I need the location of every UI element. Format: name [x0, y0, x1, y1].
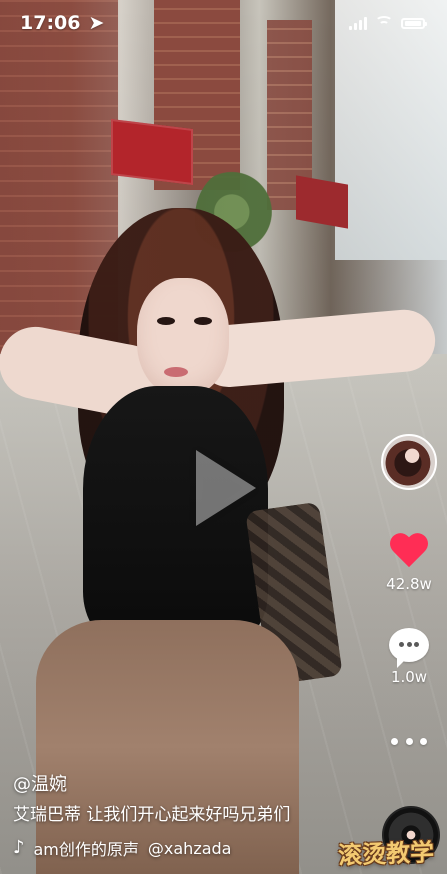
status-bar: 17:06 ➤ [0, 0, 447, 46]
video-screen: 17:06 ➤ 42.8w 1.0w @温婉 艾瑞巴蒂 让我们开心起来好吗兄弟们… [0, 0, 447, 874]
more-options-button[interactable] [391, 731, 427, 751]
video-description: 艾瑞巴蒂 让我们开心起来好吗兄弟们 [13, 804, 291, 825]
music-line[interactable]: ♪ am创作的原声 @xahzada [13, 836, 343, 860]
signal-icon [349, 16, 367, 30]
left-eye [157, 317, 175, 325]
action-sidebar: 42.8w 1.0w [376, 434, 442, 751]
username[interactable]: @温婉 [13, 770, 343, 796]
wifi-icon [375, 16, 393, 30]
like-button[interactable]: 42.8w [386, 534, 432, 592]
music-title: am创作的原声 [33, 840, 139, 859]
music-note-icon: ♪ [13, 837, 25, 858]
status-left: 17:06 ➤ [20, 12, 104, 34]
heart-icon [388, 534, 430, 572]
watermark: 滚烫教学 [337, 837, 435, 870]
more-dot-icon [420, 737, 427, 745]
battery-icon [401, 17, 427, 29]
red-storefront-sign [111, 118, 193, 186]
comment-count: 1.0w [390, 668, 428, 686]
more-dot-icon [405, 737, 413, 745]
status-time: 17:06 [20, 12, 81, 34]
music-handle: @xahzada [147, 838, 232, 858]
face [137, 278, 229, 396]
video-caption: @温婉 艾瑞巴蒂 让我们开心起来好吗兄弟们 ♪ am创作的原声 @xahzada [13, 770, 343, 860]
right-eye [194, 317, 212, 325]
status-right [349, 16, 427, 30]
location-arrow-icon: ➤ [88, 12, 105, 34]
more-dot-icon [391, 737, 398, 745]
creator-avatar[interactable] [381, 434, 437, 490]
red-storefront-sign-secondary [296, 175, 348, 229]
like-count: 42.8w [386, 575, 432, 593]
lips [164, 367, 188, 377]
play-icon[interactable] [188, 450, 254, 526]
comment-dots [399, 642, 419, 647]
comment-icon [389, 628, 429, 668]
comment-button[interactable]: 1.0w [389, 628, 429, 685]
